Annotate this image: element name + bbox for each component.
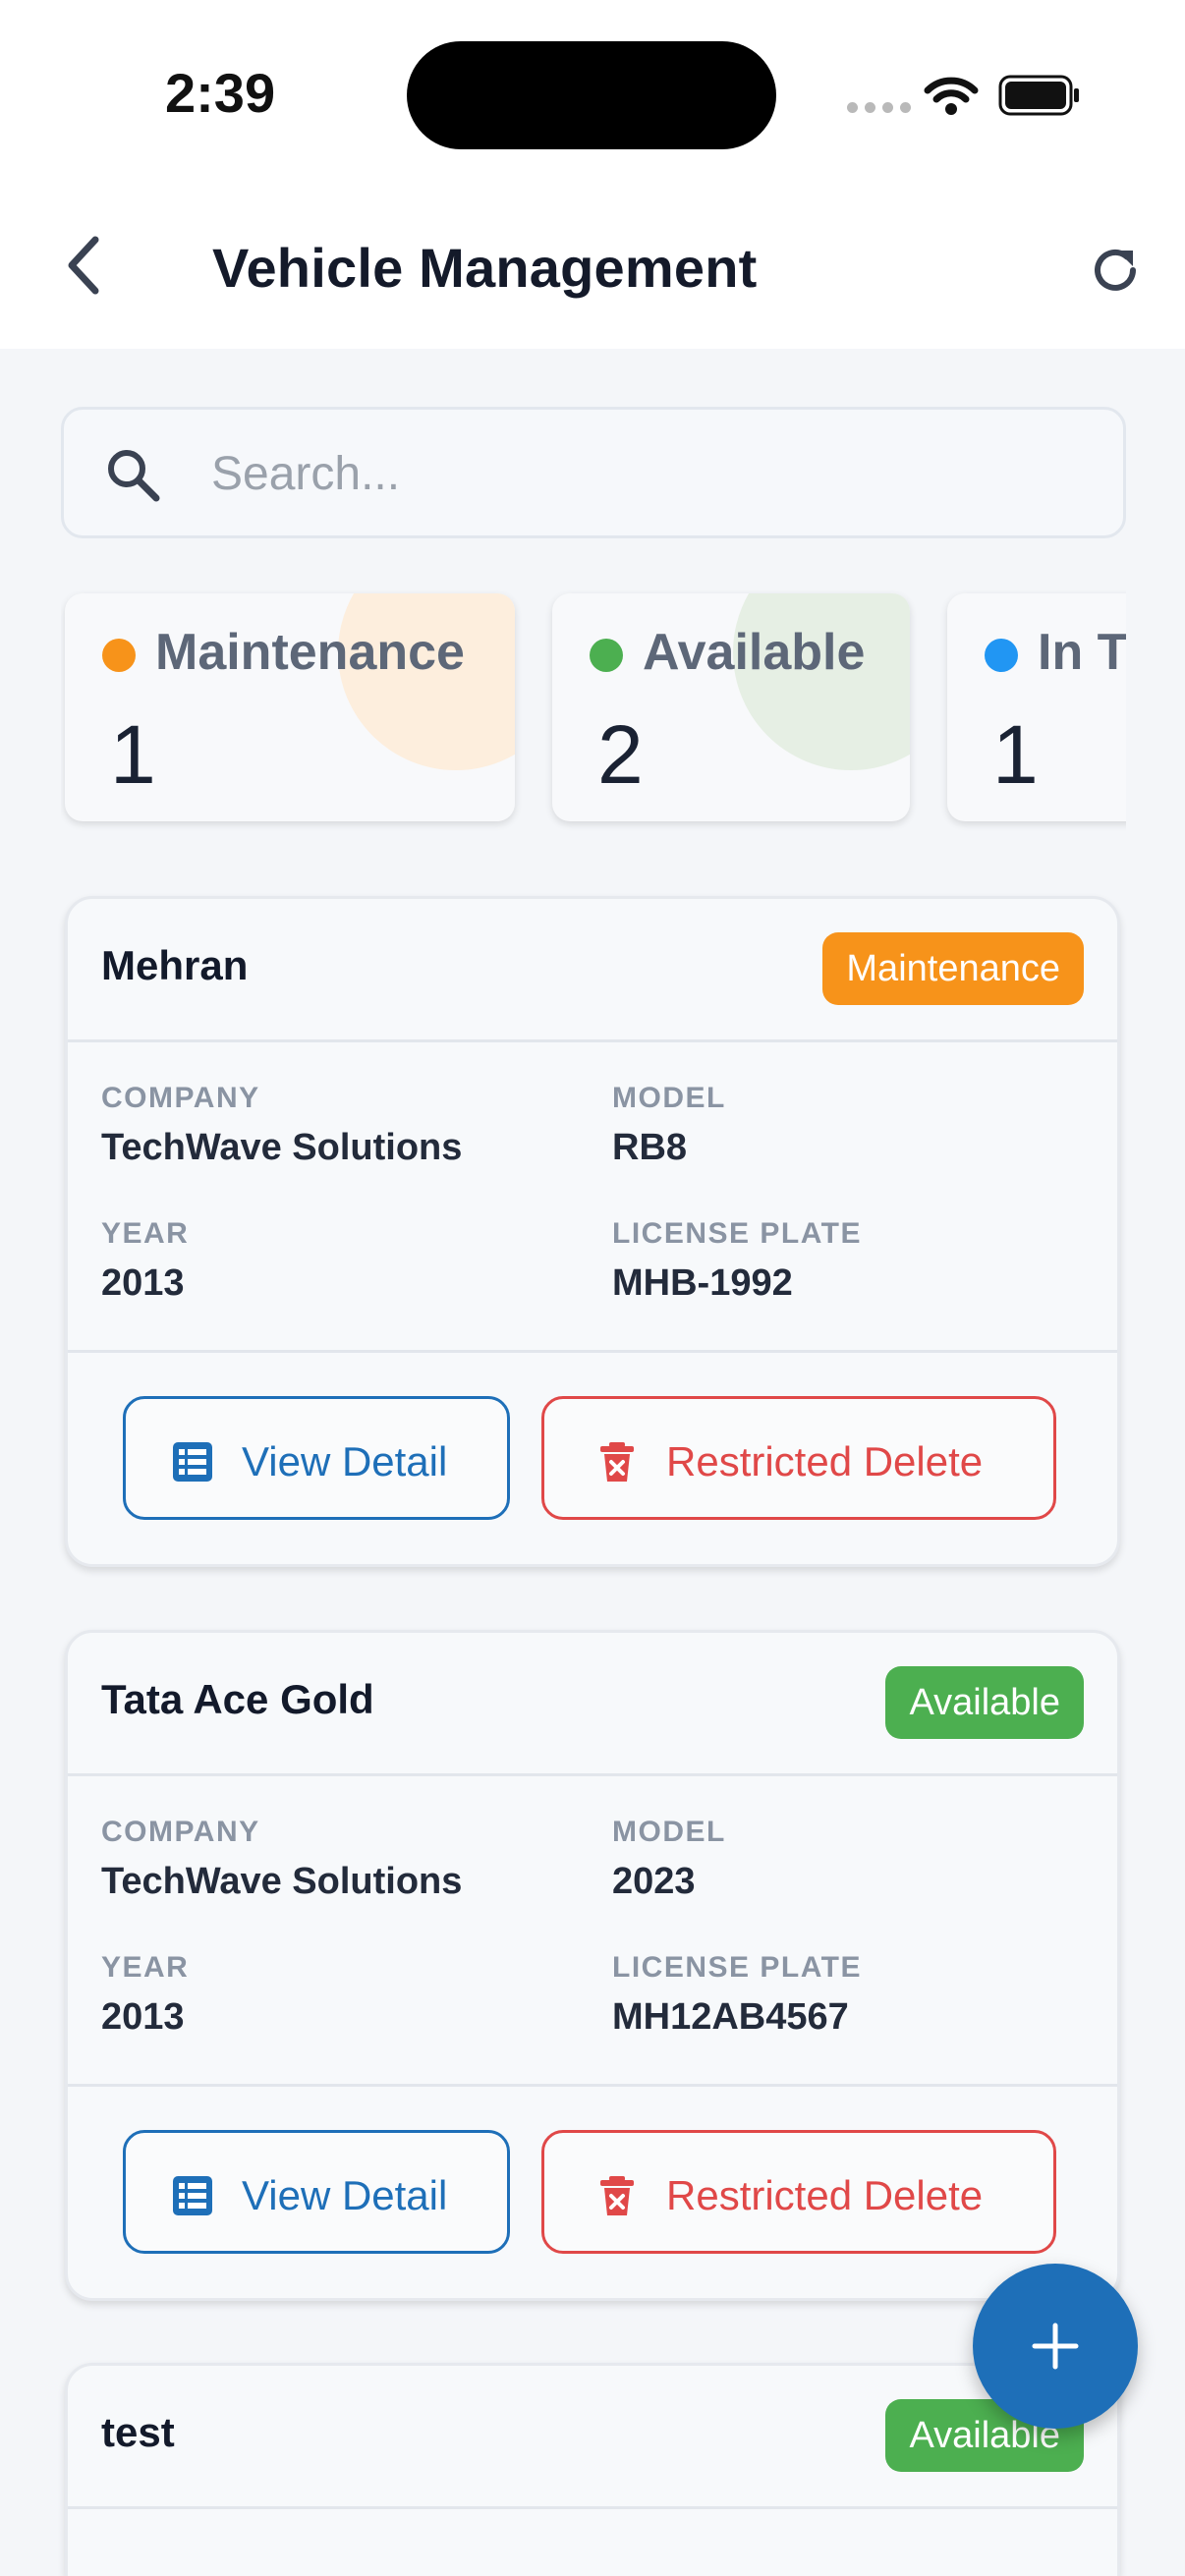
view-detail-button[interactable]: View Detail [123, 2130, 510, 2254]
card-actions: View Detail Restricted Delete [68, 1353, 1117, 1564]
back-button[interactable] [49, 226, 118, 305]
dynamic-island [407, 41, 776, 149]
wifi-icon [924, 77, 979, 115]
view-detail-label: View Detail [242, 1438, 448, 1484]
trash-icon [600, 1442, 634, 1482]
card-header: Mehran Maintenance [68, 899, 1117, 1042]
stat-label: Maintenance [155, 624, 465, 681]
vehicle-card: Mehran Maintenance COMPANY TechWave Solu… [65, 896, 1120, 1567]
vehicle-name: test [101, 2409, 175, 2455]
model-label: MODEL [612, 1816, 726, 1848]
refresh-button[interactable] [1081, 236, 1150, 305]
list-icon [173, 2176, 212, 2215]
battery-icon [998, 75, 1079, 116]
restricted-delete-label: Restricted Delete [666, 2172, 984, 2218]
model-label: MODEL [612, 1082, 726, 1114]
restricted-delete-button[interactable]: Restricted Delete [541, 1396, 1056, 1520]
stat-decoration [733, 593, 910, 770]
year-value: 2013 [101, 1996, 185, 2038]
cellular-signal-icon [847, 102, 911, 113]
year-label: YEAR [101, 1951, 190, 1984]
chevron-left-icon [68, 236, 99, 295]
refresh-icon [1095, 249, 1136, 291]
add-vehicle-button[interactable] [973, 2264, 1138, 2429]
view-detail-label: View Detail [242, 2172, 448, 2218]
company-label: COMPANY [101, 1082, 260, 1114]
stat-card-maintenance[interactable]: Maintenance 1 [65, 593, 515, 821]
license-plate-value: MHB-1992 [612, 1262, 793, 1304]
stat-card-in-transit[interactable]: In T 1 [947, 593, 1126, 821]
status-bar: 2:39 [0, 0, 1185, 187]
license-plate-value: MH12AB4567 [612, 1996, 849, 2038]
license-plate-label: LICENSE PLATE [612, 1951, 862, 1984]
status-badge: Available [885, 1666, 1084, 1739]
stat-label: Available [643, 624, 866, 681]
list-icon [173, 1442, 212, 1482]
stat-label: In T [1038, 624, 1126, 681]
stat-decoration [338, 593, 515, 770]
card-actions: View Detail Restricted Delete [68, 2087, 1117, 2298]
app-bar: Vehicle Management [0, 187, 1185, 349]
year-value: 2013 [101, 1262, 185, 1304]
view-detail-button[interactable]: View Detail [123, 1396, 510, 1520]
card-header: test Available [68, 2366, 1117, 2509]
status-badge: Maintenance [822, 932, 1084, 1005]
status-dot-icon [102, 639, 136, 672]
stat-count: 1 [992, 708, 1039, 801]
stat-count: 2 [597, 708, 644, 801]
search-bar [61, 407, 1126, 538]
vehicle-name: Mehran [101, 942, 249, 988]
license-plate-label: LICENSE PLATE [612, 1217, 862, 1250]
company-value: TechWave Solutions [101, 1861, 463, 1902]
status-dot-icon [590, 639, 623, 672]
company-label: COMPANY [101, 1816, 260, 1848]
card-details: COMPANY TechWave Solutions MODEL RB8 YEA… [68, 1042, 1117, 1353]
status-summary-row[interactable]: Maintenance 1 Available 2 In T 1 [61, 588, 1126, 849]
status-dot-icon [985, 639, 1018, 672]
vehicle-card: Tata Ace Gold Available COMPANY TechWave… [65, 1630, 1120, 2301]
company-value: TechWave Solutions [101, 1127, 463, 1168]
model-value: RB8 [612, 1127, 688, 1168]
stat-card-available[interactable]: Available 2 [552, 593, 910, 821]
status-time: 2:39 [165, 62, 276, 124]
search-icon [108, 450, 160, 502]
search-input[interactable] [211, 431, 1076, 516]
vehicle-name: Tata Ace Gold [101, 1676, 374, 1722]
restricted-delete-button[interactable]: Restricted Delete [541, 2130, 1056, 2254]
plus-icon [1032, 2323, 1079, 2370]
card-details: COMPANY TechWave Solutions MODEL 2023 YE… [68, 1776, 1117, 2087]
year-label: YEAR [101, 1217, 190, 1250]
model-value: 2023 [612, 1861, 696, 1902]
trash-icon [600, 2176, 634, 2215]
card-header: Tata Ace Gold Available [68, 1633, 1117, 1776]
page-title: Vehicle Management [212, 237, 758, 299]
restricted-delete-label: Restricted Delete [666, 1438, 984, 1484]
vehicle-card: test Available [65, 2363, 1120, 2576]
stat-count: 1 [110, 708, 156, 801]
